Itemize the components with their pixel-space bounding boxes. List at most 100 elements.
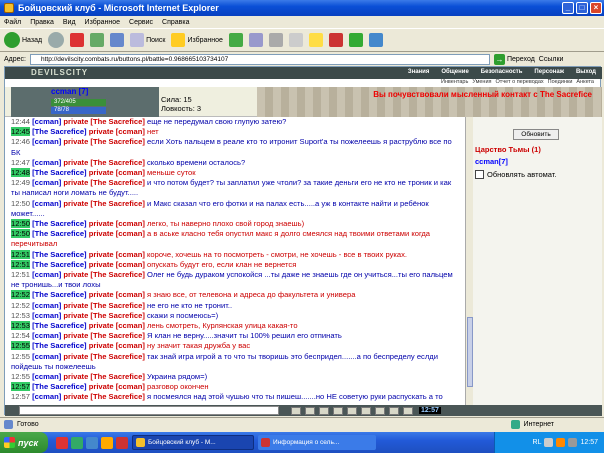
subnav-transfers[interactable]: Отчет о переводах bbox=[496, 79, 544, 87]
start-button[interactable]: пуск bbox=[0, 432, 48, 453]
message-sender[interactable]: [The Sacrefice] bbox=[32, 168, 86, 177]
private-tag[interactable]: private bbox=[89, 168, 114, 177]
message-sender[interactable]: [ccman] bbox=[32, 301, 61, 310]
refresh-icon[interactable] bbox=[90, 33, 105, 47]
private-recipient[interactable]: [ccman] bbox=[116, 219, 145, 228]
message-time[interactable]: 12:48 bbox=[11, 168, 31, 178]
message-time[interactable]: 12:45 bbox=[11, 127, 31, 137]
desktop-icon[interactable] bbox=[71, 436, 83, 449]
message-sender[interactable]: [The Sacrefice] bbox=[32, 290, 86, 299]
addon-2-icon[interactable] bbox=[368, 33, 383, 47]
message-time[interactable]: 12:51 bbox=[11, 249, 31, 259]
private-tag[interactable]: private bbox=[89, 382, 114, 391]
private-tag[interactable]: private bbox=[63, 311, 88, 320]
nav-knowledge[interactable]: Знания bbox=[408, 69, 430, 75]
private-recipient[interactable]: [ccman] bbox=[116, 290, 145, 299]
message-sender[interactable]: [The Sacrefice] bbox=[32, 250, 86, 259]
opera-icon[interactable] bbox=[56, 436, 68, 449]
print-icon[interactable] bbox=[268, 33, 283, 47]
message-time[interactable]: 12:57 bbox=[11, 382, 31, 392]
private-tag[interactable]: private bbox=[89, 219, 114, 228]
go-button[interactable]: → Переход bbox=[493, 53, 535, 65]
message-time[interactable]: 12:53 bbox=[11, 311, 30, 320]
message-time[interactable]: 12:57 bbox=[11, 392, 30, 401]
chat-scrollbar[interactable] bbox=[465, 117, 473, 405]
menu-view[interactable]: Вид bbox=[63, 19, 76, 26]
private-recipient[interactable]: [The Sacrefice] bbox=[90, 331, 144, 340]
private-tag[interactable]: private bbox=[89, 321, 114, 330]
language-indicator[interactable]: RL bbox=[533, 439, 542, 446]
volume-icon[interactable] bbox=[568, 438, 578, 447]
private-tag[interactable]: private bbox=[63, 137, 88, 146]
nav-exit[interactable]: Выход bbox=[576, 69, 596, 75]
message-sender[interactable]: [The Sacrefice] bbox=[32, 382, 86, 391]
smile-icon[interactable] bbox=[319, 406, 329, 415]
message-sender[interactable]: [ccman] bbox=[32, 158, 61, 167]
message-sender[interactable]: [ccman] bbox=[32, 199, 61, 208]
refresh-button[interactable]: Обновить bbox=[513, 129, 559, 140]
message-sender[interactable]: [ccman] bbox=[32, 352, 61, 361]
private-tag[interactable]: private bbox=[89, 260, 114, 269]
settings-icon[interactable] bbox=[375, 406, 385, 415]
research-icon[interactable] bbox=[328, 33, 343, 47]
app-icon[interactable] bbox=[116, 436, 128, 449]
private-tag[interactable]: private bbox=[63, 331, 88, 340]
private-tag[interactable]: private bbox=[63, 158, 88, 167]
private-recipient[interactable]: [The Sacrefice] bbox=[90, 199, 144, 208]
filter-icon[interactable] bbox=[333, 406, 343, 415]
private-tag[interactable]: private bbox=[63, 372, 88, 381]
chat-input[interactable] bbox=[19, 406, 279, 415]
minimize-button[interactable]: _ bbox=[562, 2, 574, 14]
home-icon[interactable] bbox=[110, 33, 125, 47]
message-sender[interactable]: [The Sacrefice] bbox=[32, 341, 86, 350]
nav-communication[interactable]: Общение bbox=[441, 69, 468, 75]
message-sender[interactable]: [ccman] bbox=[32, 331, 61, 340]
message-time[interactable]: 12:54 bbox=[11, 331, 30, 340]
map-icon[interactable] bbox=[403, 406, 413, 415]
menu-file[interactable]: Файл bbox=[4, 19, 21, 26]
private-recipient[interactable]: [The Sacrefice] bbox=[90, 137, 144, 146]
menu-favorites[interactable]: Избранное bbox=[85, 19, 120, 26]
message-sender[interactable]: [The Sacrefice] bbox=[32, 219, 86, 228]
message-time[interactable]: 12:49 bbox=[11, 178, 30, 187]
stop-icon[interactable] bbox=[70, 33, 85, 47]
private-recipient[interactable]: [ccman] bbox=[116, 127, 145, 136]
clear-icon[interactable] bbox=[305, 406, 315, 415]
menu-edit[interactable]: Правка bbox=[30, 19, 54, 26]
messenger-icon[interactable] bbox=[308, 33, 323, 47]
history-icon[interactable] bbox=[228, 33, 243, 47]
search-button[interactable]: Поиск bbox=[130, 33, 165, 47]
menu-help[interactable]: Справка bbox=[162, 19, 189, 26]
message-sender[interactable]: [ccman] bbox=[32, 117, 61, 126]
private-tag[interactable]: private bbox=[89, 250, 114, 259]
auto-refresh-checkbox[interactable]: Обновлять автомат. bbox=[475, 170, 556, 179]
address-input[interactable]: http://devilscity.combats.ru/buttons.pl/… bbox=[29, 53, 490, 65]
private-recipient[interactable]: [ccman] bbox=[116, 229, 145, 238]
message-sender[interactable]: [ccman] bbox=[32, 137, 61, 146]
private-tag[interactable]: private bbox=[63, 199, 88, 208]
private-tag[interactable]: private bbox=[63, 178, 88, 187]
private-recipient[interactable]: [The Sacrefice] bbox=[90, 352, 144, 361]
private-recipient[interactable]: [ccman] bbox=[116, 250, 145, 259]
private-recipient[interactable]: [The Sacrefice] bbox=[90, 158, 144, 167]
subnav-inventory[interactable]: Инвентарь bbox=[441, 79, 468, 87]
message-time[interactable]: 12:52 bbox=[11, 301, 30, 310]
ie-quick-icon[interactable] bbox=[86, 436, 98, 449]
folder-icon[interactable] bbox=[101, 436, 113, 449]
private-recipient[interactable]: [ccman] bbox=[116, 260, 145, 269]
forward-arrow-icon[interactable] bbox=[48, 32, 65, 48]
message-time[interactable]: 12:51 bbox=[11, 270, 30, 279]
message-sender[interactable]: [ccman] bbox=[32, 311, 61, 320]
menu-tools[interactable]: Сервис bbox=[129, 19, 153, 26]
message-time[interactable]: 12:47 bbox=[11, 158, 30, 167]
online-member[interactable]: ccman[7] bbox=[475, 157, 508, 166]
private-recipient[interactable]: [The Sacrefice] bbox=[90, 270, 144, 279]
private-recipient[interactable]: [ccman] bbox=[116, 321, 145, 330]
private-tag[interactable]: private bbox=[89, 229, 114, 238]
tray-app-icon[interactable] bbox=[556, 438, 566, 447]
taskbar-item-info[interactable]: Информация о сель... bbox=[258, 435, 376, 450]
message-sender[interactable]: [The Sacrefice] bbox=[32, 260, 86, 269]
private-recipient[interactable]: [The Sacrefice] bbox=[90, 372, 144, 381]
private-recipient[interactable]: [ccman] bbox=[116, 341, 145, 350]
private-tag[interactable]: private bbox=[89, 290, 114, 299]
